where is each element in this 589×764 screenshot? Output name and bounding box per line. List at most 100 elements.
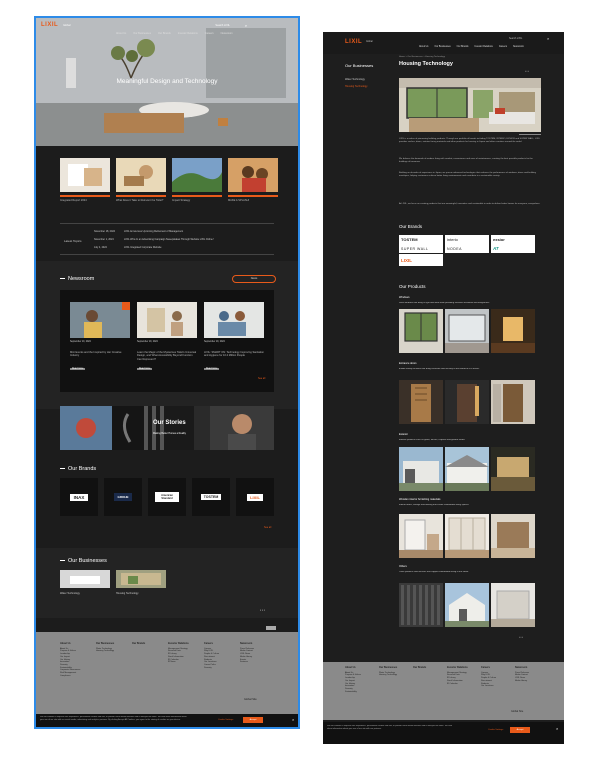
- footer-link[interactable]: Our Locations: [481, 685, 511, 688]
- business-image-housing[interactable]: [116, 570, 166, 588]
- right-nav-newsroom[interactable]: Newsroom: [513, 46, 524, 48]
- feature-label-4[interactable]: MAKE A SPLASH!: [228, 199, 278, 202]
- product-image-interior-3[interactable]: [491, 514, 535, 558]
- product-image-others-3[interactable]: [491, 583, 535, 627]
- right-cookie-accept[interactable]: Accept: [510, 727, 530, 733]
- newsroom-see-all[interactable]: See all: [258, 377, 265, 380]
- footer-column-heading[interactable]: Investor Relations: [447, 666, 477, 670]
- right-global-site-link[interactable]: Global Site: [511, 710, 523, 713]
- news-read-more-2[interactable]: Read more: [137, 368, 153, 370]
- lixil-logo[interactable]: LIXIL: [41, 22, 58, 28]
- footer-link[interactable]: Media Library: [515, 680, 545, 683]
- stories-banner[interactable]: [60, 406, 274, 450]
- brand-nodea[interactable]: NODEA: [445, 244, 489, 253]
- right-nav-about[interactable]: About Us: [419, 46, 428, 48]
- footer-link[interactable]: Features: [240, 661, 272, 664]
- search-icon[interactable]: ⌕: [245, 23, 247, 28]
- feature-image-1[interactable]: [60, 158, 110, 192]
- share-icons[interactable]: ▪ ▪ ▪: [525, 70, 529, 73]
- right-search-label[interactable]: Search LIXIL: [509, 38, 522, 40]
- brand-tile-american-standard[interactable]: American Standard: [148, 478, 186, 516]
- product-image-interior-2[interactable]: [445, 514, 489, 558]
- left-cookie-settings[interactable]: Cookie Settings: [218, 719, 233, 721]
- brand-super-wall[interactable]: SUPER WALL: [399, 244, 443, 253]
- footer-column-heading[interactable]: About Us: [60, 642, 92, 646]
- right-cookie-close-icon[interactable]: ×: [556, 726, 558, 731]
- product-image-exterior-1[interactable]: [399, 447, 443, 491]
- business-label-housing[interactable]: Housing Technology: [116, 592, 138, 595]
- brand-interio[interactable]: interio: [445, 235, 489, 244]
- nav-about[interactable]: About Us: [116, 32, 126, 35]
- right-cookie-settings[interactable]: Cookie Settings: [488, 729, 503, 731]
- left-cookie-accept[interactable]: Accept: [243, 717, 263, 723]
- search-label[interactable]: Search LIXIL: [215, 24, 229, 27]
- nav-careers[interactable]: Careers: [205, 32, 214, 35]
- sidebar-item-housing[interactable]: Housing Technology: [345, 85, 367, 88]
- product-image-doors-2[interactable]: [445, 380, 489, 424]
- lang-selector[interactable]: Global: [63, 24, 70, 27]
- social-icons[interactable]: ▪ ▪ ▪: [260, 608, 265, 612]
- product-image-windows-2[interactable]: [445, 309, 489, 353]
- newsroom-button[interactable]: News: [232, 275, 276, 283]
- brand-at[interactable]: AT: [491, 244, 535, 253]
- footer-column-heading[interactable]: Our Businesses: [96, 642, 128, 646]
- footer-link[interactable]: Sustainability: [345, 691, 375, 694]
- brand-tile-tostem[interactable]: TOSTEM: [192, 478, 230, 516]
- left-cookie-close-icon[interactable]: ×: [292, 717, 294, 722]
- brand-tile-inax[interactable]: INAX: [60, 478, 98, 516]
- back-to-top-button[interactable]: [266, 626, 276, 630]
- product-image-windows-3[interactable]: [491, 309, 535, 353]
- latest-text-1[interactable]: LIXIL Announces Upcoming Retirement of M…: [124, 230, 183, 233]
- brands-see-all[interactable]: See all: [264, 526, 271, 529]
- news-read-more-1[interactable]: Read more: [70, 368, 86, 370]
- footer-column-heading[interactable]: Careers: [481, 666, 511, 670]
- feature-image-3[interactable]: [172, 158, 222, 192]
- right-share-icons[interactable]: ▪ ▪ ▪: [519, 636, 523, 639]
- footer-column-heading[interactable]: Our Brands: [413, 666, 443, 670]
- footer-column-heading[interactable]: Investor Relations: [168, 642, 200, 646]
- feature-image-2[interactable]: [116, 158, 166, 192]
- product-image-others-2[interactable]: [445, 583, 489, 627]
- product-image-others-1[interactable]: [399, 583, 443, 627]
- product-image-exterior-3[interactable]: [491, 447, 535, 491]
- footer-column-heading[interactable]: Our Businesses: [379, 666, 409, 670]
- footer-column-heading[interactable]: Newsroom: [240, 642, 272, 646]
- brand-tile-grohe[interactable]: GROHE: [104, 478, 142, 516]
- latest-text-2[interactable]: LIXIL Wins In an Advertising Campaign Sw…: [124, 238, 214, 241]
- right-nav-careers[interactable]: Careers: [499, 46, 507, 48]
- product-image-doors-3[interactable]: [491, 380, 535, 424]
- footer-column-heading[interactable]: Careers: [204, 642, 236, 646]
- feature-image-4[interactable]: [228, 158, 278, 192]
- news-image-2[interactable]: [137, 302, 197, 338]
- business-image-water[interactable]: [60, 570, 110, 588]
- news-title-1[interactable]: Mini Events and the Inspired by Her Crea…: [70, 351, 130, 365]
- footer-column-heading[interactable]: Our Brands: [132, 642, 164, 646]
- nav-businesses[interactable]: Our Businesses: [133, 32, 151, 35]
- product-image-doors-1[interactable]: [399, 380, 443, 424]
- brand-lixil[interactable]: LIXIL: [399, 254, 443, 266]
- right-lang-selector[interactable]: Global: [366, 41, 373, 43]
- footer-column-heading[interactable]: About Us: [345, 666, 375, 670]
- footer-column-heading[interactable]: Newsroom: [515, 666, 545, 670]
- feature-label-1[interactable]: Integrated Report 2024: [60, 199, 110, 202]
- news-title-3[interactable]: LIXIL: SMART ON: Technology Improving Sa…: [204, 351, 264, 365]
- footer-link[interactable]: Compliance: [60, 675, 92, 678]
- right-lixil-logo[interactable]: LIXIL: [345, 39, 362, 45]
- latest-text-3[interactable]: LIXIL Integrated Corporate Website: [124, 246, 161, 249]
- footer-link[interactable]: IR Calendar: [447, 683, 477, 686]
- nav-brands[interactable]: Our Brands: [158, 32, 171, 35]
- product-image-windows-1[interactable]: [399, 309, 443, 353]
- footer-link[interactable]: Housing Technology: [96, 650, 128, 653]
- brand-tostem[interactable]: TOSTEM: [399, 235, 443, 244]
- product-image-interior-1[interactable]: [399, 514, 443, 558]
- left-global-site-link[interactable]: Global Site: [244, 698, 257, 701]
- breadcrumb[interactable]: Home > Our Businesses > Housing Technolo…: [399, 56, 445, 58]
- footer-link[interactable]: Housing Technology: [379, 674, 409, 677]
- news-read-more-3[interactable]: Read more: [204, 368, 220, 370]
- feature-label-2[interactable]: What Does it Take to Reinvent the Toilet…: [116, 199, 166, 202]
- right-nav-brands[interactable]: Our Brands: [457, 46, 469, 48]
- business-label-water[interactable]: Water Technology: [60, 592, 80, 595]
- news-image-1[interactable]: [70, 302, 130, 338]
- right-search-icon[interactable]: ⌕: [547, 36, 549, 41]
- brand-tile-lixil[interactable]: LIXIL: [236, 478, 274, 516]
